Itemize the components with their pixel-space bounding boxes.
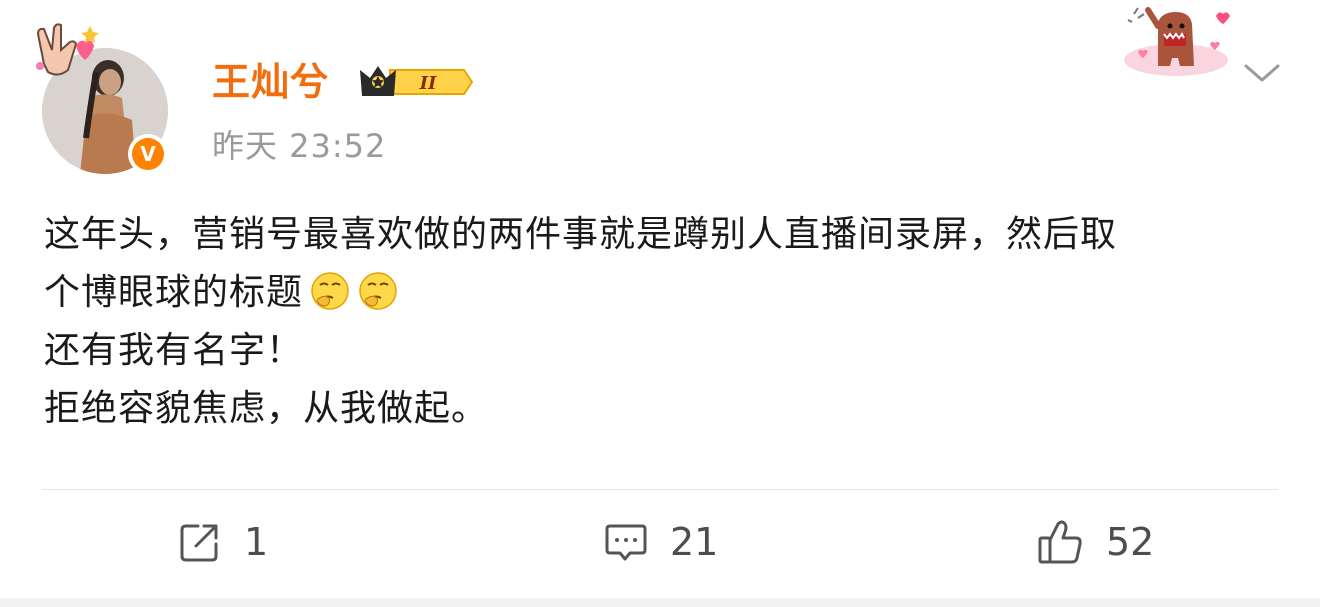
- avatar-area[interactable]: V: [30, 20, 180, 180]
- comment-icon: [605, 524, 647, 561]
- post-timestamp: 昨天 23:52: [212, 127, 387, 165]
- divider: [42, 489, 1278, 490]
- repost-button[interactable]: 1: [178, 516, 268, 568]
- thinking-emoji-icon: [311, 272, 349, 310]
- comment-count: 21: [670, 520, 719, 564]
- verified-v-icon: V: [132, 138, 164, 170]
- post-text-line-with-emoji: 个博眼球的标题: [44, 264, 1284, 322]
- like-count: 52: [1106, 520, 1155, 564]
- post-body: 这年头，营销号最喜欢做的两件事就是蹲别人直播间录屏，然后取 个博眼球的标题 还有…: [44, 206, 1284, 438]
- domo-sticker-icon: [1124, 7, 1230, 76]
- thinking-emoji-icon: [359, 272, 397, 310]
- post-text-line: 个博眼球的标题: [44, 272, 304, 313]
- verified-badge: V: [128, 134, 168, 174]
- like-button[interactable]: 52: [1036, 516, 1154, 568]
- post-text-line: 拒绝容貌焦虑，从我做起。: [44, 388, 489, 429]
- username[interactable]: 王灿兮: [212, 56, 329, 108]
- share-icon: [180, 524, 218, 562]
- comment-button[interactable]: 21: [604, 516, 718, 568]
- weibo-post-card: V 王灿兮 II 昨天 23:52 这年头，营销号最喜欢做的两件事就是蹲别人直播…: [0, 0, 1320, 598]
- vip-level-label: II: [419, 73, 437, 94]
- thumbs-up-icon: [1038, 520, 1082, 564]
- repost-count: 1: [244, 520, 269, 564]
- rock-hand-sticker-icon: [36, 23, 99, 76]
- post-text-line: 这年头，营销号最喜欢做的两件事就是蹲别人直播间录屏，然后取: [44, 214, 1118, 255]
- post-text-line: 还有我有名字！: [44, 330, 304, 371]
- chevron-down-icon[interactable]: [1240, 58, 1284, 88]
- bottom-separator: [0, 598, 1320, 607]
- vip-crown-badge-icon[interactable]: II: [356, 60, 474, 104]
